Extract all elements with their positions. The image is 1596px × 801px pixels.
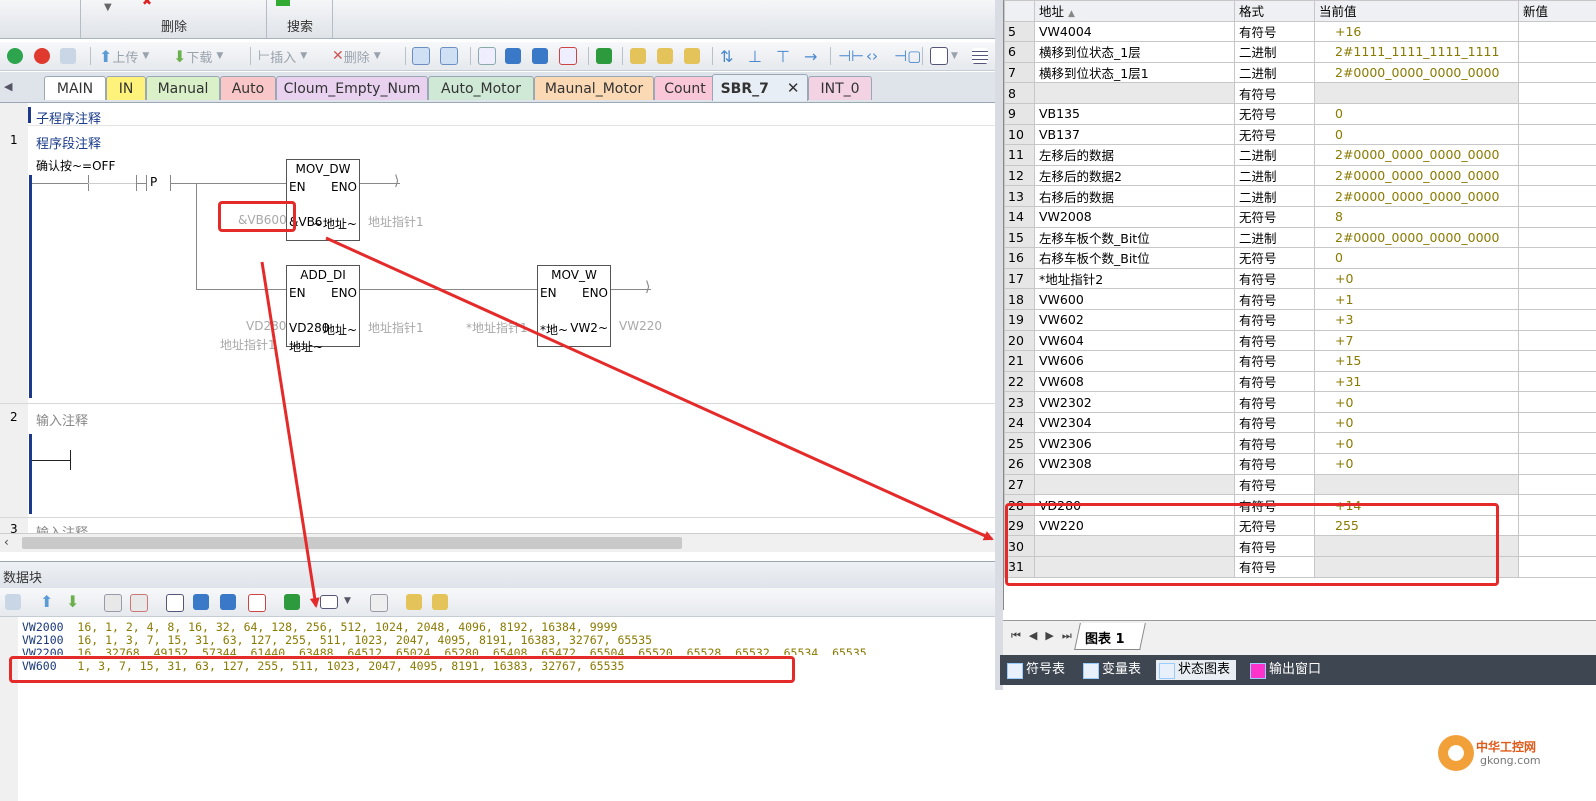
watermark-url: gkong.com (1480, 754, 1541, 767)
arrow-to-datablock (260, 261, 320, 608)
arrow-to-table (325, 236, 994, 541)
annotation-arrows (260, 236, 994, 608)
watermark-title: 中华工控网 (1476, 740, 1537, 754)
gear-logo-icon (1438, 735, 1474, 771)
